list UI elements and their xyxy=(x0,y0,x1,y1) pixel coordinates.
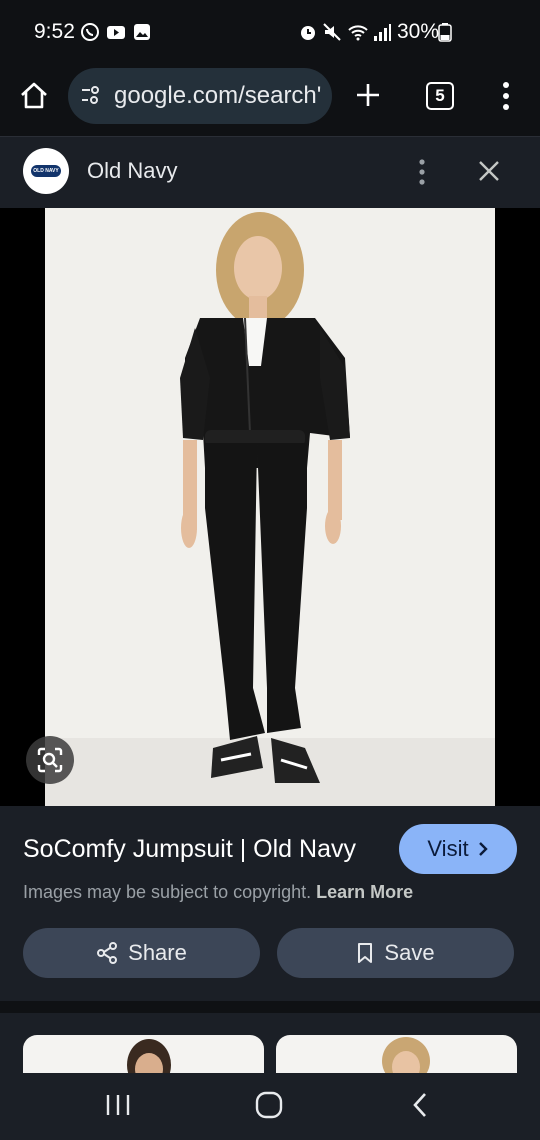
lens-icon xyxy=(37,747,63,773)
result-title[interactable]: SoComfy Jumpsuit | Old Navy xyxy=(23,835,356,864)
back-icon[interactable] xyxy=(408,1090,432,1120)
address-bar[interactable]: google.com/search' xyxy=(68,68,332,124)
url-text: google.com/search' xyxy=(114,82,322,109)
close-icon[interactable] xyxy=(477,159,501,183)
visit-label: Visit xyxy=(427,836,469,861)
copyright-text: Images may be subject to copyright. xyxy=(23,882,312,902)
mute-icon xyxy=(323,23,341,41)
youtube-icon xyxy=(107,26,125,39)
more-options-icon[interactable] xyxy=(412,158,432,186)
battery-icon xyxy=(438,23,452,42)
chevron-right-icon xyxy=(478,842,488,856)
save-label: Save xyxy=(384,940,435,965)
copyright-notice: Images may be subject to copyright. Lear… xyxy=(23,882,413,903)
battery-percent: 30% xyxy=(397,20,440,43)
source-name[interactable]: Old Navy xyxy=(87,158,177,184)
home-nav-icon[interactable] xyxy=(254,1090,284,1120)
site-settings-icon[interactable] xyxy=(80,85,102,107)
new-tab-icon[interactable] xyxy=(354,81,382,109)
bookmark-icon xyxy=(358,943,373,963)
alarm-icon xyxy=(301,26,315,40)
share-label: Share xyxy=(128,940,187,965)
visit-button[interactable]: Visit xyxy=(399,824,517,874)
save-button[interactable]: Save xyxy=(277,928,514,978)
home-icon[interactable] xyxy=(18,80,50,112)
related-image-thumbnail[interactable] xyxy=(276,1035,517,1073)
lens-search-button[interactable] xyxy=(26,736,74,784)
gallery-icon xyxy=(134,24,150,40)
status-time: 9:52 xyxy=(34,20,75,43)
jumpsuit-model-illustration xyxy=(45,208,495,806)
tab-switcher-button[interactable]: 5 xyxy=(426,82,454,110)
source-header xyxy=(0,137,540,208)
product-image[interactable] xyxy=(45,208,495,806)
related-image-1 xyxy=(127,1039,171,1073)
recent-apps-icon[interactable] xyxy=(104,1092,132,1118)
learn-more-link[interactable]: Learn More xyxy=(316,882,413,902)
signal-icon xyxy=(374,24,391,41)
whatsapp-icon xyxy=(81,23,99,41)
share-button[interactable]: Share xyxy=(23,928,260,978)
related-image-thumbnail[interactable] xyxy=(23,1035,264,1073)
related-image-2 xyxy=(382,1037,430,1073)
share-icon xyxy=(97,942,118,964)
source-logo: OLD NAVY xyxy=(23,148,69,194)
overflow-menu-icon[interactable] xyxy=(496,80,516,112)
section-divider xyxy=(0,1001,540,1013)
old-navy-logo-text: OLD NAVY xyxy=(31,165,61,177)
wifi-icon xyxy=(348,25,368,41)
